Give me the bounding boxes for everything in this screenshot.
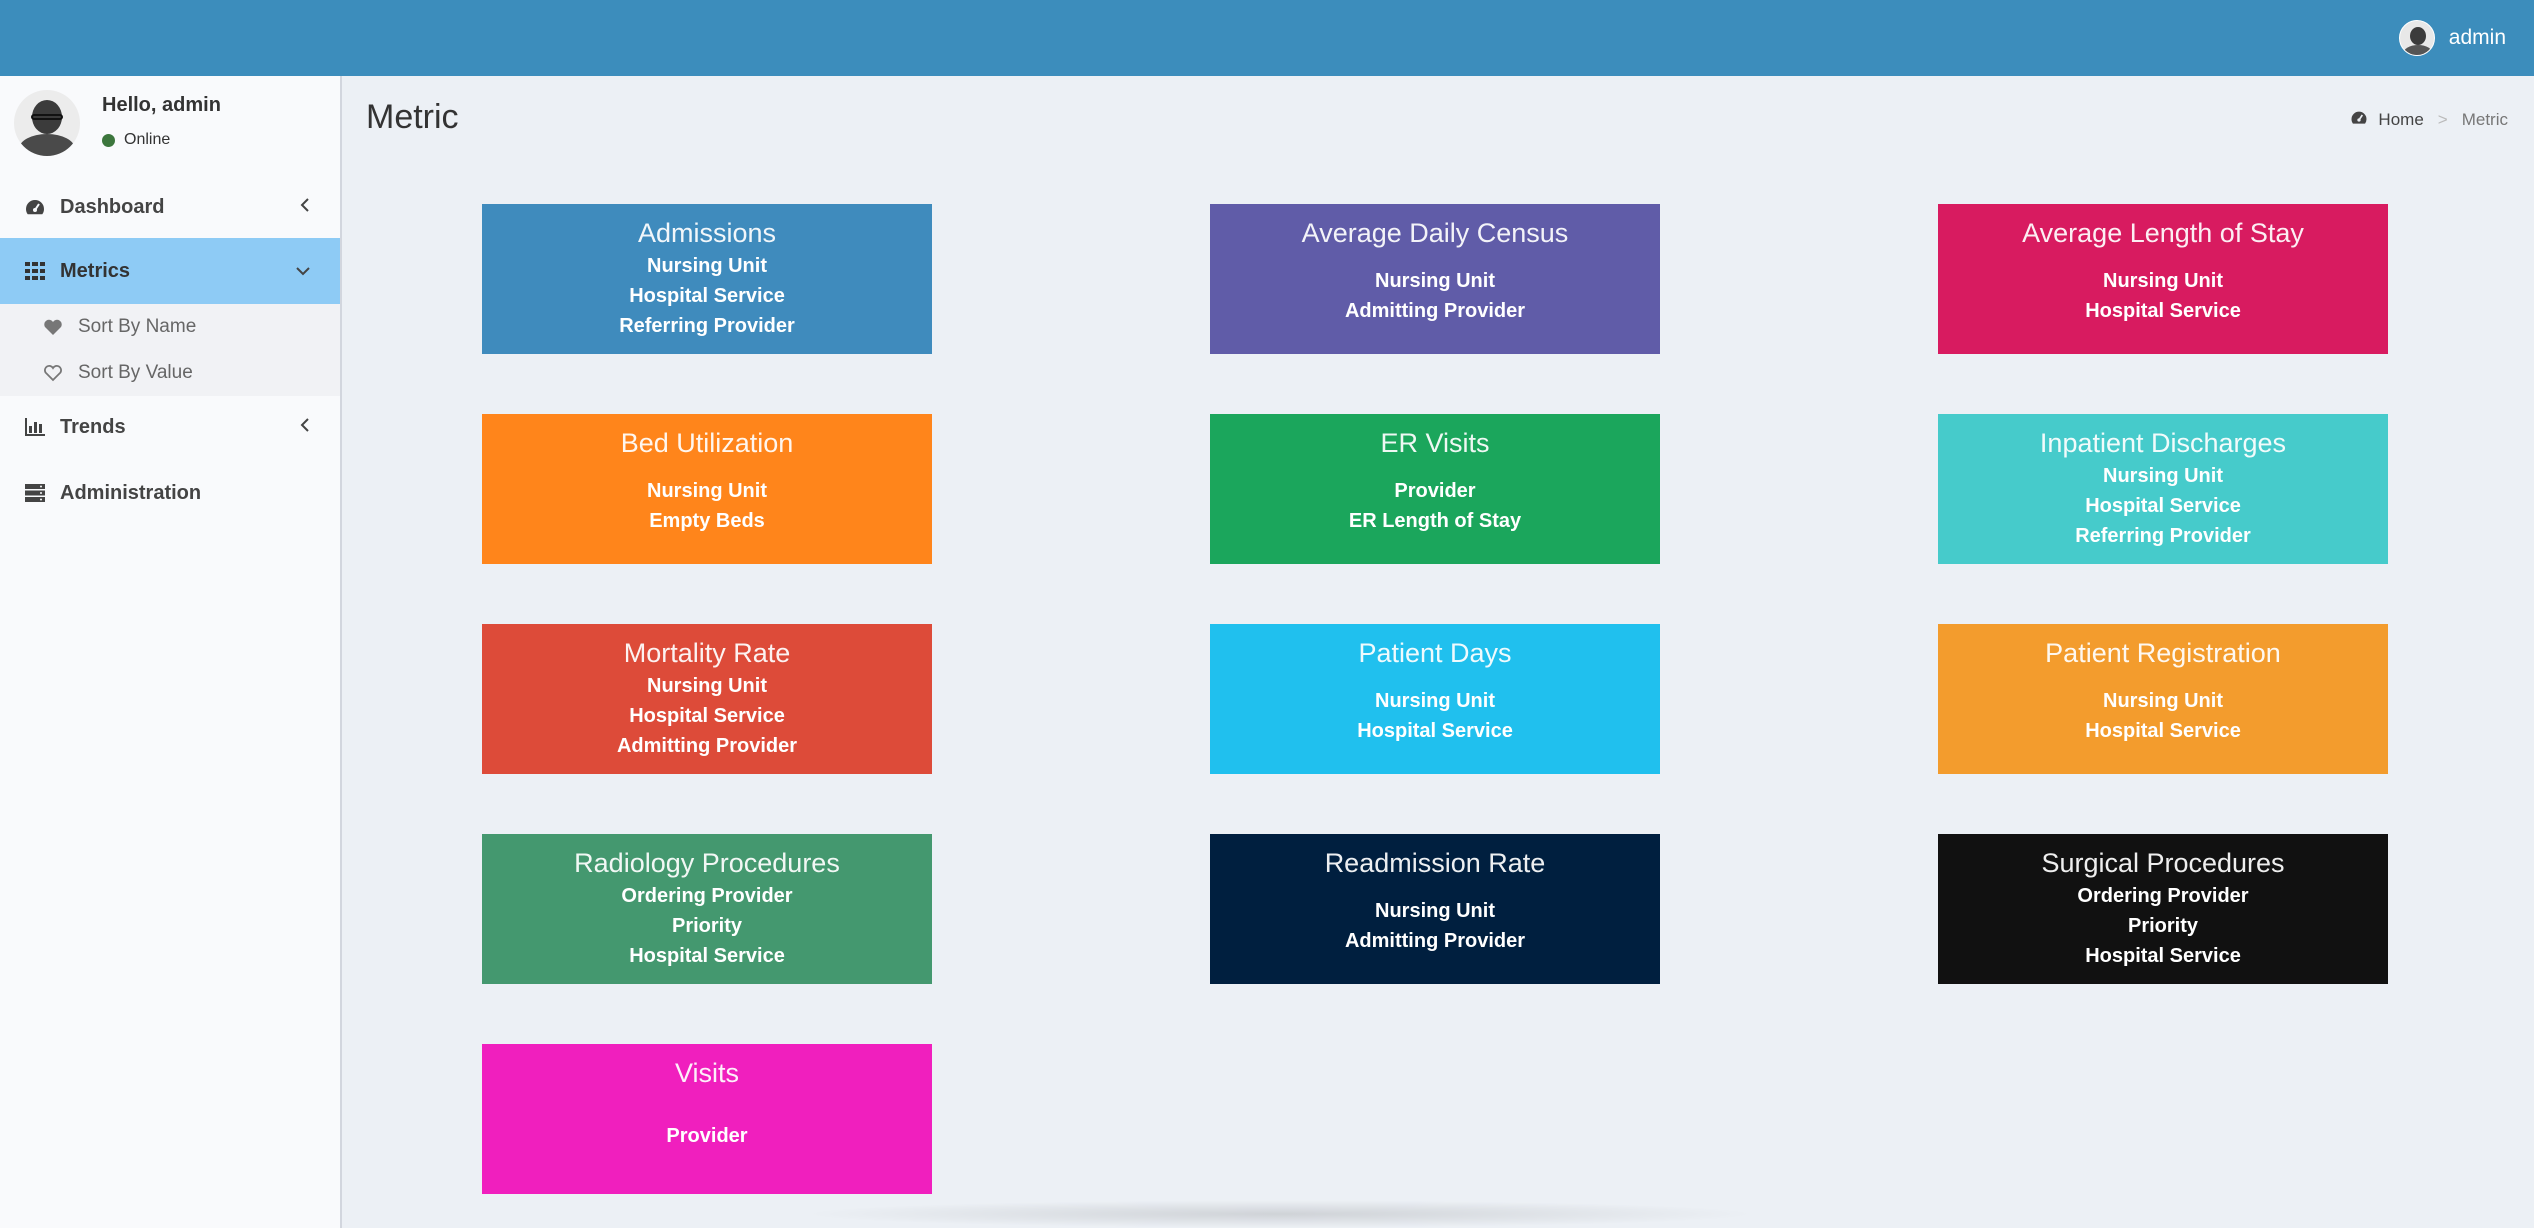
user-panel: Hello, admin Online (0, 76, 340, 176)
metric-tile-line: Nursing Unit (647, 255, 767, 277)
sidebar-item-label: Dashboard (60, 195, 165, 218)
user-status: Online (102, 131, 170, 149)
chevron-down-icon (296, 260, 310, 281)
metric-tile-line: Hospital Service (629, 945, 785, 967)
metric-tile-line: Nursing Unit (647, 675, 767, 697)
content-header: Metric (366, 98, 459, 137)
metric-tile-line: Referring Provider (619, 315, 795, 337)
metric-tile-line: Provider (666, 1125, 748, 1147)
metric-tile-title: Surgical Procedures (2041, 848, 2285, 878)
metric-tile-inpatient-discharges[interactable]: Inpatient Discharges Nursing Unit Hospit… (1938, 414, 2388, 564)
metric-tile-title: Visits (674, 1058, 740, 1088)
metric-tile-line: Hospital Service (2085, 720, 2241, 742)
metric-tile-line: Admitting Provider (1344, 930, 1525, 952)
metric-tile-line: Nursing Unit (1375, 270, 1495, 292)
chevron-left-icon (300, 416, 310, 437)
user-status-label: Online (124, 131, 171, 148)
sidebar-item-label: Metrics (60, 259, 131, 282)
server-icon (24, 482, 46, 504)
metric-tile-er-visits[interactable]: ER Visits Provider ER Length of Stay (1210, 414, 1660, 564)
sidebar: Hello, admin Online Dashboard Metrics So (0, 76, 342, 1228)
metric-tile-line: Hospital Service (2085, 945, 2241, 967)
metric-tile-patient-days[interactable]: Patient Days Nursing Unit Hospital Servi… (1210, 624, 1660, 774)
sidebar-subitem-label: Sort By Name (78, 316, 197, 337)
metric-tile-line: Empty Beds (649, 510, 765, 532)
metric-tile-title: Average Length of Stay (2022, 218, 2304, 248)
metric-tile-title: Inpatient Discharges (2039, 428, 2287, 458)
metric-tile-bed-utilization[interactable]: Bed Utilization Nursing Unit Empty Beds (482, 414, 932, 564)
metric-tile-visits[interactable]: Visits Provider (482, 1044, 932, 1194)
sidebar-subitem-sort-by-name[interactable]: Sort By Name (0, 304, 340, 350)
breadcrumb-home[interactable]: Home (2350, 110, 2424, 130)
scroll-shadow (800, 1200, 1760, 1228)
heart-icon (42, 318, 64, 336)
heart-outline-icon (42, 364, 64, 382)
user-greeting: Hello, admin (102, 94, 221, 116)
sidebar-item-metrics[interactable]: Metrics (0, 238, 340, 304)
user-avatar-small (2398, 20, 2435, 56)
user-menu-name: admin (2448, 26, 2506, 49)
metric-tile-line: Provider (1394, 480, 1476, 502)
breadcrumb-home-label: Home (2378, 110, 2424, 129)
metric-tile-line: Referring Provider (2075, 525, 2251, 547)
metric-tile-title: Radiology Procedures (574, 848, 840, 878)
breadcrumb-separator: > (2437, 110, 2448, 129)
metric-tile-admissions[interactable]: Admissions Nursing Unit Hospital Service… (482, 204, 932, 354)
page-title: Metric (366, 98, 459, 136)
metrics-submenu: Sort By Name Sort By Value (0, 304, 340, 396)
metric-tile-line: Hospital Service (2085, 495, 2241, 517)
sidebar-subitem-sort-by-value[interactable]: Sort By Value (0, 350, 340, 396)
metric-tile-line: Admitting Provider (1344, 300, 1525, 322)
metric-tile-title: Patient Days (1358, 638, 1512, 668)
metric-tile-line: ER Length of Stay (1348, 510, 1522, 532)
metric-tile-surgical-procedures[interactable]: Surgical Procedures Ordering Provider Pr… (1938, 834, 2388, 984)
metric-tile-line: Hospital Service (629, 285, 785, 307)
metric-tile-patient-registration[interactable]: Patient Registration Nursing Unit Hospit… (1938, 624, 2388, 774)
metric-tile-line: Hospital Service (1357, 720, 1513, 742)
sidebar-item-label: Trends (60, 415, 126, 438)
metric-tile-radiology-procedures[interactable]: Radiology Procedures Ordering Provider P… (482, 834, 932, 984)
metric-tile-line: Admitting Provider (616, 735, 797, 757)
metric-tile-line: Hospital Service (2085, 300, 2241, 322)
sidebar-item-trends[interactable]: Trends (0, 394, 340, 460)
metric-tile-title: ER Visits (1380, 428, 1490, 458)
metric-tile-title: Mortality Rate (623, 638, 791, 668)
sidebar-item-label: Administration (60, 481, 202, 504)
metric-tile-line: Priority (671, 915, 743, 937)
metric-tile-line: Priority (2127, 915, 2199, 937)
metric-tile-title: Readmission Rate (1324, 848, 1546, 878)
chevron-left-icon (300, 196, 310, 217)
metric-tile-readmission-rate[interactable]: Readmission Rate Nursing Unit Admitting … (1210, 834, 1660, 984)
top-navbar: admin (0, 0, 2534, 76)
metric-tile-line: Ordering Provider (621, 885, 793, 907)
metric-tile-line: Hospital Service (629, 705, 785, 727)
metric-tile-line: Nursing Unit (647, 480, 767, 502)
dashboard-icon (2350, 110, 2368, 130)
metric-tile-line: Nursing Unit (2103, 270, 2223, 292)
avatar (14, 90, 80, 156)
metric-tile-title: Average Daily Census (1301, 218, 1569, 248)
sidebar-item-administration[interactable]: Administration (0, 460, 340, 526)
online-dot-icon (102, 133, 115, 147)
metric-tile-average-daily-census[interactable]: Average Daily Census Nursing Unit Admitt… (1210, 204, 1660, 354)
sidebar-item-dashboard[interactable]: Dashboard (0, 174, 340, 240)
breadcrumb-current: Metric (2461, 110, 2508, 129)
metric-tile-line: Ordering Provider (2077, 885, 2249, 907)
metric-tile-line: Nursing Unit (1375, 690, 1495, 712)
metric-tile-title: Patient Registration (2045, 638, 2281, 668)
metric-tile-mortality-rate[interactable]: Mortality Rate Nursing Unit Hospital Ser… (482, 624, 932, 774)
metric-tile-line: Nursing Unit (2103, 465, 2223, 487)
metric-tile-line: Nursing Unit (1375, 900, 1495, 922)
metric-tile-average-length-of-stay[interactable]: Average Length of Stay Nursing Unit Hosp… (1938, 204, 2388, 354)
metric-tile-title: Bed Utilization (620, 428, 794, 458)
bar-chart-icon (24, 416, 46, 438)
sidebar-subitem-label: Sort By Value (78, 362, 193, 383)
grid-icon (24, 260, 46, 282)
breadcrumb: Home > Metric (2350, 110, 2508, 130)
dashboard-icon (24, 196, 46, 218)
metric-tile-title: Admissions (637, 218, 777, 248)
user-menu[interactable]: admin (2398, 20, 2506, 56)
metric-tile-line: Nursing Unit (2103, 690, 2223, 712)
